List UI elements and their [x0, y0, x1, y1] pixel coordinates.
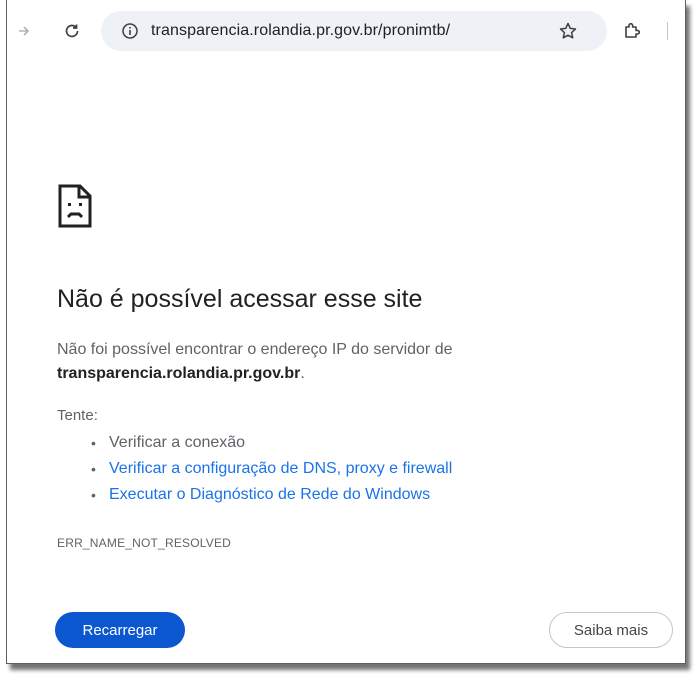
extensions-icon[interactable] — [619, 18, 645, 44]
url-text[interactable]: transparencia.rolandia.pr.gov.br/pronimt… — [151, 11, 450, 51]
reload-button[interactable]: Recarregar — [55, 612, 185, 648]
error-description: Não foi possível encontrar o endereço IP… — [57, 341, 453, 358]
forward-icon[interactable] — [11, 18, 37, 44]
bookmark-star-icon[interactable] — [557, 20, 579, 42]
list-item: Verificar a configuração de DNS, proxy e… — [91, 456, 452, 482]
error-host-suffix: . — [300, 365, 305, 382]
list-item: Verificar a conexão — [91, 430, 452, 456]
sad-page-icon — [57, 183, 93, 229]
error-title: Não é possível acessar esse site — [57, 285, 423, 313]
error-host: transparencia.rolandia.pr.gov.br — [57, 365, 301, 382]
address-bar[interactable]: transparencia.rolandia.pr.gov.br/pronimt… — [101, 11, 607, 51]
learn-more-button[interactable]: Saiba mais — [549, 612, 673, 648]
reload-icon[interactable] — [59, 18, 85, 44]
suggestion-check-connection: Verificar a conexão — [109, 434, 246, 451]
toolbar-divider — [667, 22, 668, 40]
suggestion-network-diagnostics-link[interactable]: Executar o Diagnóstico de Rede do Window… — [109, 486, 430, 503]
try-label: Tente: — [57, 407, 98, 424]
error-host-line: transparencia.rolandia.pr.gov.br. — [57, 362, 305, 386]
info-icon[interactable] — [121, 22, 139, 40]
suggestions-list: Verificar a conexão Verificar a configur… — [91, 430, 452, 508]
browser-toolbar: transparencia.rolandia.pr.gov.br/pronimt… — [7, 0, 685, 62]
error-code: ERR_NAME_NOT_RESOLVED — [57, 536, 232, 550]
browser-window: transparencia.rolandia.pr.gov.br/pronimt… — [6, 0, 686, 664]
list-item: Executar o Diagnóstico de Rede do Window… — [91, 482, 452, 508]
suggestion-check-dns-link[interactable]: Verificar a configuração de DNS, proxy e… — [109, 460, 452, 477]
